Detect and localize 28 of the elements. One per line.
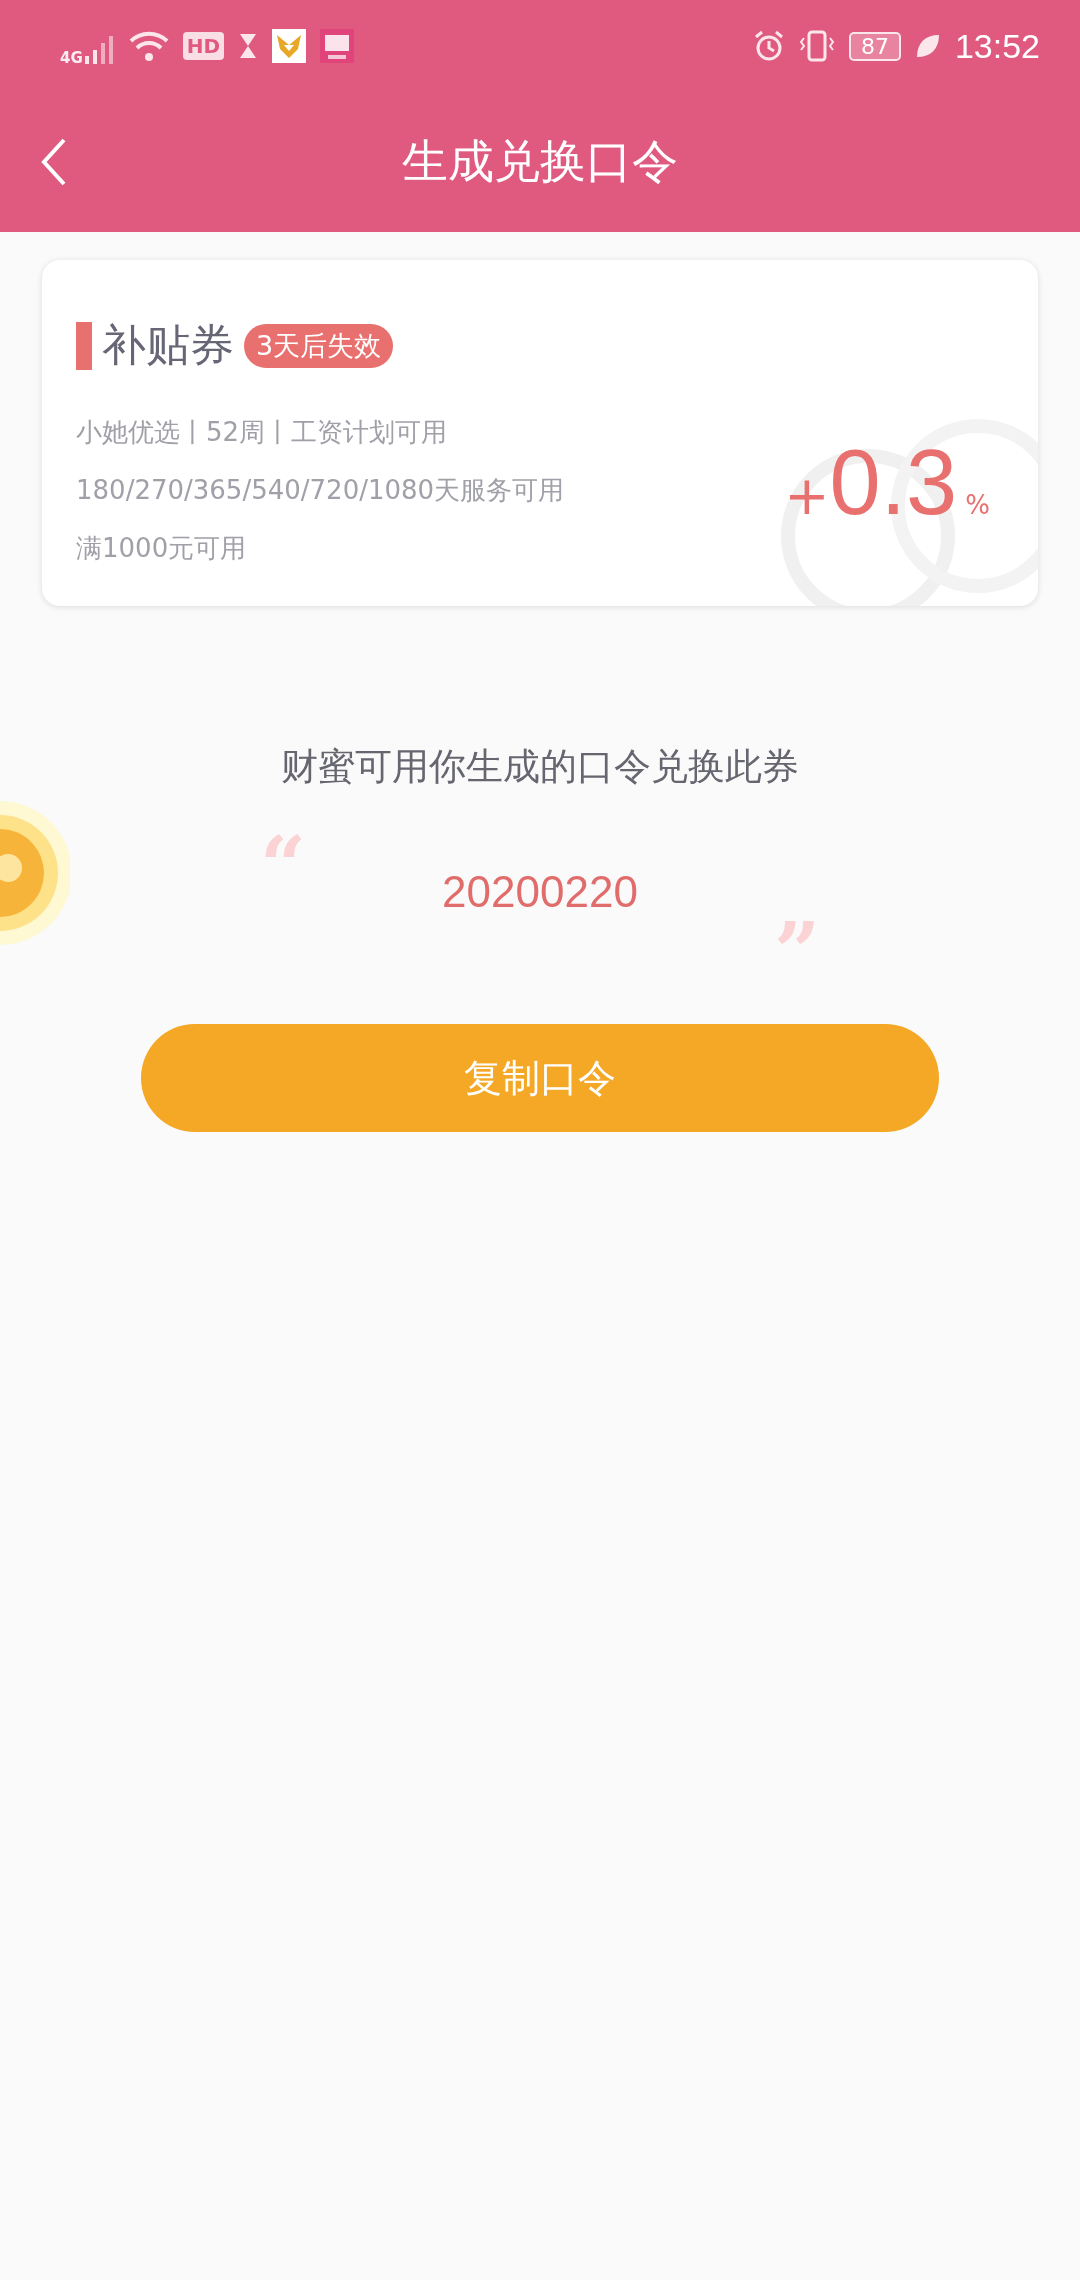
app-icon	[320, 29, 355, 63]
fox-app-icon	[272, 29, 307, 63]
coupon-title: 补贴券	[102, 318, 234, 372]
alarm-icon	[752, 30, 785, 62]
leaf-icon	[914, 33, 941, 59]
coupon-condition: 小她优选丨52周丨工资计划可用	[76, 416, 448, 449]
plus-sign: +	[784, 464, 830, 527]
signal-icon	[84, 36, 115, 64]
page-title: 生成兑换口令	[402, 133, 678, 190]
coupon-condition: 满1000元可用	[76, 532, 247, 565]
network-type: 4G	[60, 49, 83, 67]
coupon-rate: 0.3	[829, 430, 958, 535]
open-quote: “	[260, 826, 306, 906]
redeem-code: 20200220	[442, 867, 638, 917]
accent-bar	[76, 321, 92, 370]
hourglass-icon	[238, 32, 259, 60]
coupon-condition: 180/270/365/540/720/1080天服务可用	[76, 474, 565, 507]
battery-indicator: 87	[848, 31, 901, 61]
hd-badge: HD	[182, 32, 225, 60]
copy-button[interactable]: 复制口令	[141, 1024, 939, 1132]
expiry-badge: 3天后失效	[244, 323, 394, 368]
close-quote: ”	[774, 912, 820, 992]
status-time: 13:52	[954, 26, 1040, 66]
coin-icon	[0, 798, 70, 948]
instruction-text: 财蜜可用你生成的口令兑换此券	[281, 744, 799, 790]
vibrate-icon	[798, 30, 835, 62]
percent-unit: %	[965, 490, 990, 520]
wifi-icon	[128, 31, 169, 61]
